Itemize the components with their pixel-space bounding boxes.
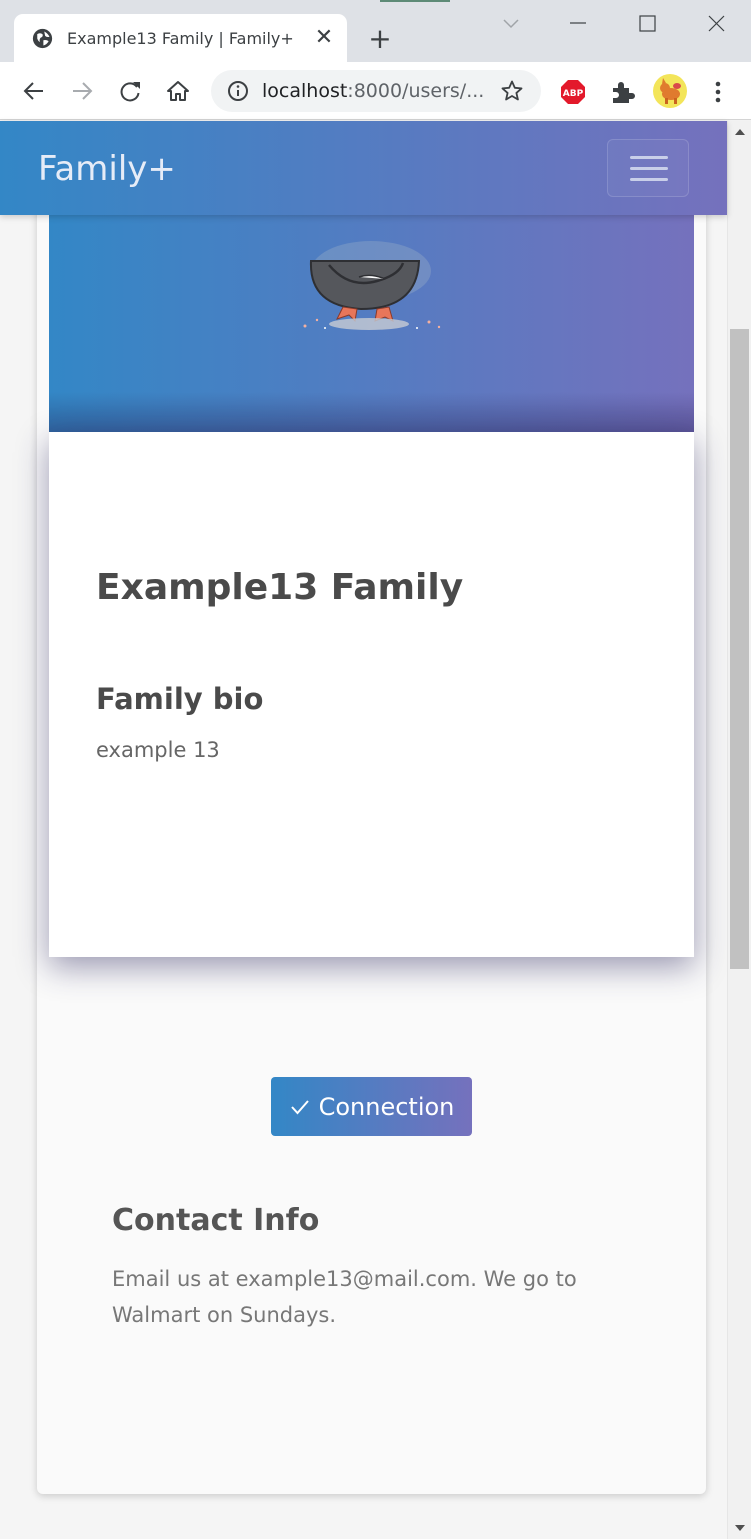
hamburger-icon[interactable] <box>607 139 689 197</box>
bio-heading: Family bio <box>96 682 264 716</box>
close-icon[interactable] <box>701 10 731 38</box>
svg-text:ABP: ABP <box>563 89 584 99</box>
tab-strip-accent <box>380 0 450 2</box>
hero-banner <box>49 181 694 432</box>
home-icon[interactable] <box>163 76 193 106</box>
contact-text: Email us at example13@mail.com. We go to… <box>112 1267 577 1327</box>
star-icon[interactable] <box>500 79 524 103</box>
back-icon[interactable] <box>19 76 49 106</box>
adblock-icon[interactable]: ABP <box>560 79 586 105</box>
family-name-heading: Example13 Family <box>96 567 464 608</box>
family-info-card: Example13 Family Family bio example 13 <box>49 432 694 957</box>
maximize-icon[interactable] <box>633 10 663 38</box>
reload-icon[interactable] <box>115 76 145 106</box>
address-bar[interactable]: localhost:8000/users/... <box>211 70 541 112</box>
browser-toolbar: localhost:8000/users/... ABP <box>0 62 751 120</box>
bio-text: example 13 <box>96 738 220 762</box>
plus-icon[interactable]: + <box>366 25 394 53</box>
connection-button[interactable]: Connection <box>271 1077 472 1136</box>
contact-heading: Contact Info <box>112 1203 320 1238</box>
hero-shadow <box>49 392 694 432</box>
minimize-icon[interactable] <box>563 10 593 38</box>
url-text[interactable]: localhost:8000/users/... <box>262 80 484 102</box>
scroll-down-arrow-icon[interactable] <box>728 1515 751 1539</box>
hamburger-bar <box>630 178 668 181</box>
chevron-down-icon[interactable] <box>496 10 526 38</box>
tab-title: Example13 Family | Family+ <box>67 29 294 48</box>
avatar-image <box>660 78 681 104</box>
page-viewport: Example13 Family Family bio example 13 C… <box>0 121 751 1539</box>
vertical-scrollbar[interactable] <box>727 121 751 1539</box>
scrollbar-thumb[interactable] <box>730 329 749 969</box>
scroll-up-arrow-icon[interactable] <box>728 121 751 145</box>
profile-icon[interactable] <box>653 74 687 108</box>
url-path: :8000/users/... <box>347 80 485 102</box>
info-icon[interactable] <box>227 80 249 102</box>
url-host: localhost <box>262 80 348 102</box>
check-icon <box>290 1099 309 1114</box>
site-navbar: Family+ <box>0 121 727 215</box>
puzzle-icon[interactable] <box>609 79 635 105</box>
forward-icon[interactable] <box>67 76 97 106</box>
connection-button-label: Connection <box>318 1092 455 1121</box>
globe-icon <box>32 28 53 49</box>
browser-tab[interactable]: Example13 Family | Family+ ✕ <box>14 14 347 62</box>
close-icon[interactable]: ✕ <box>312 26 336 50</box>
hamburger-bar <box>630 167 668 170</box>
browser-tab-bar: Example13 Family | Family+ ✕ + <box>0 0 751 62</box>
kebab-menu-icon[interactable] <box>705 79 731 105</box>
brand-logo[interactable]: Family+ <box>38 149 176 189</box>
hamburger-bar <box>630 156 668 159</box>
